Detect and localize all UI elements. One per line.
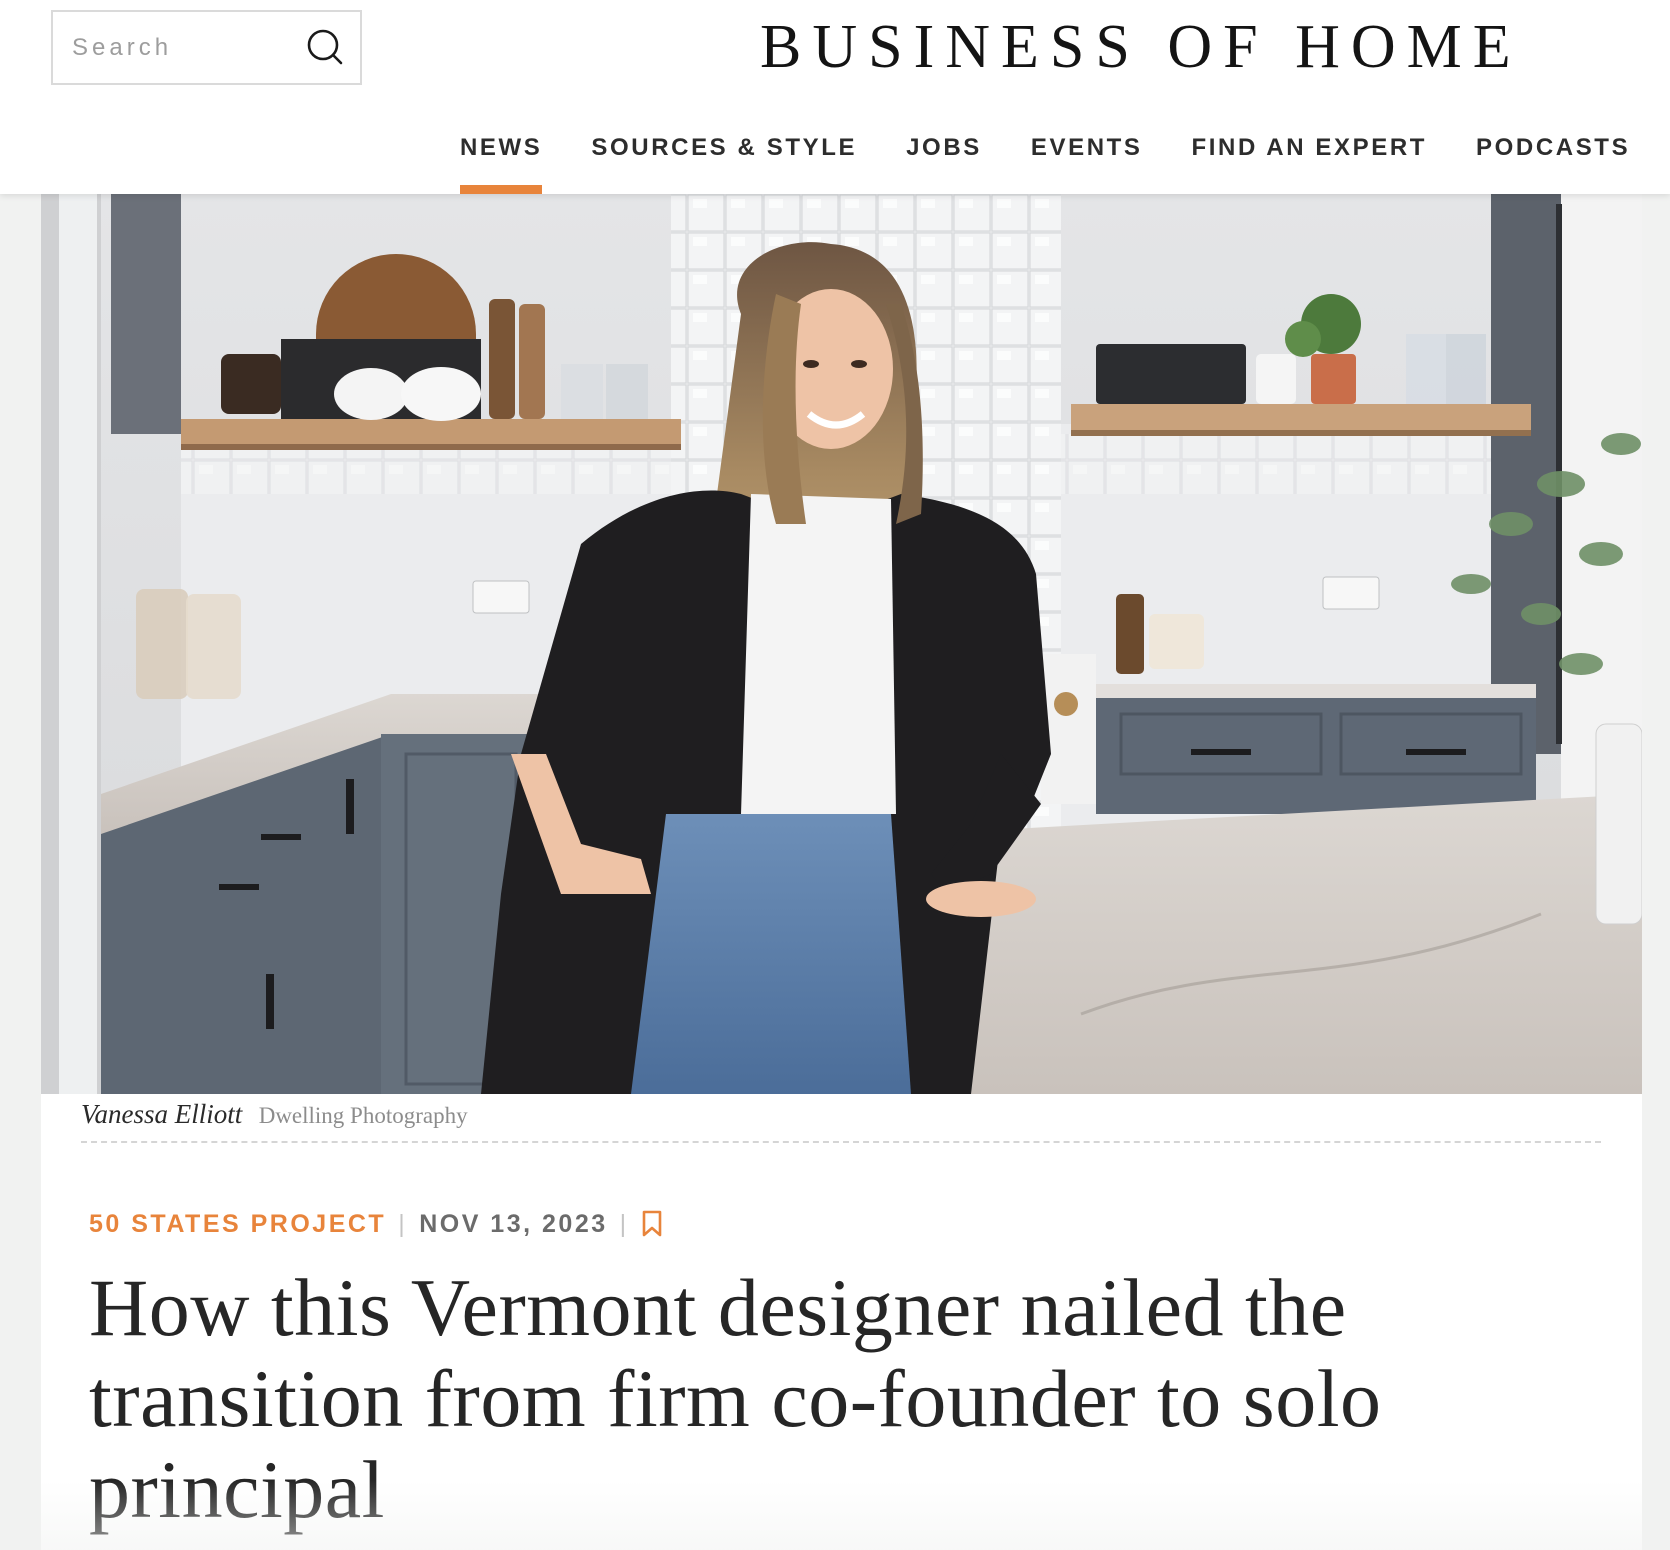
nav-item-sources-style[interactable]: SOURCES & STYLE (591, 120, 857, 194)
meta-separator: | (398, 1209, 408, 1238)
nav-item-jobs[interactable]: JOBS (906, 120, 982, 194)
site-header: BUSINESS OF HOME NEWS SOURCES & STYLE JO… (0, 0, 1670, 194)
nav-item-podcasts[interactable]: PODCASTS (1476, 120, 1630, 194)
search-input[interactable] (53, 12, 312, 83)
meta-separator: | (619, 1209, 629, 1238)
hero-image (41, 194, 1642, 1094)
nav-item-news[interactable]: NEWS (460, 120, 543, 194)
nav-item-events[interactable]: EVENTS (1031, 120, 1143, 194)
article-meta: 50 STATES PROJECT | NOV 13, 2023 | (89, 1204, 663, 1244)
bookmark-icon[interactable] (641, 1210, 663, 1238)
search-box (51, 10, 362, 85)
search-icon[interactable] (304, 26, 346, 68)
article-headline: How this Vermont designer nailed the tra… (89, 1262, 1382, 1535)
nav-item-find-an-expert[interactable]: FIND AN EXPERT (1192, 120, 1428, 194)
article-date: NOV 13, 2023 (419, 1209, 608, 1238)
article-card: Vanessa Elliott Dwelling Photography 50 … (41, 194, 1642, 1550)
site-logo[interactable]: BUSINESS OF HOME (760, 10, 1560, 84)
article-category-link[interactable]: 50 STATES PROJECT (89, 1210, 386, 1239)
caption-credit: Dwelling Photography (258, 1103, 468, 1128)
caption-subject: Vanessa Elliott (81, 1099, 243, 1129)
photo-caption: Vanessa Elliott Dwelling Photography (81, 1099, 1601, 1143)
main-nav: NEWS SOURCES & STYLE JOBS EVENTS FIND AN… (460, 120, 1630, 194)
